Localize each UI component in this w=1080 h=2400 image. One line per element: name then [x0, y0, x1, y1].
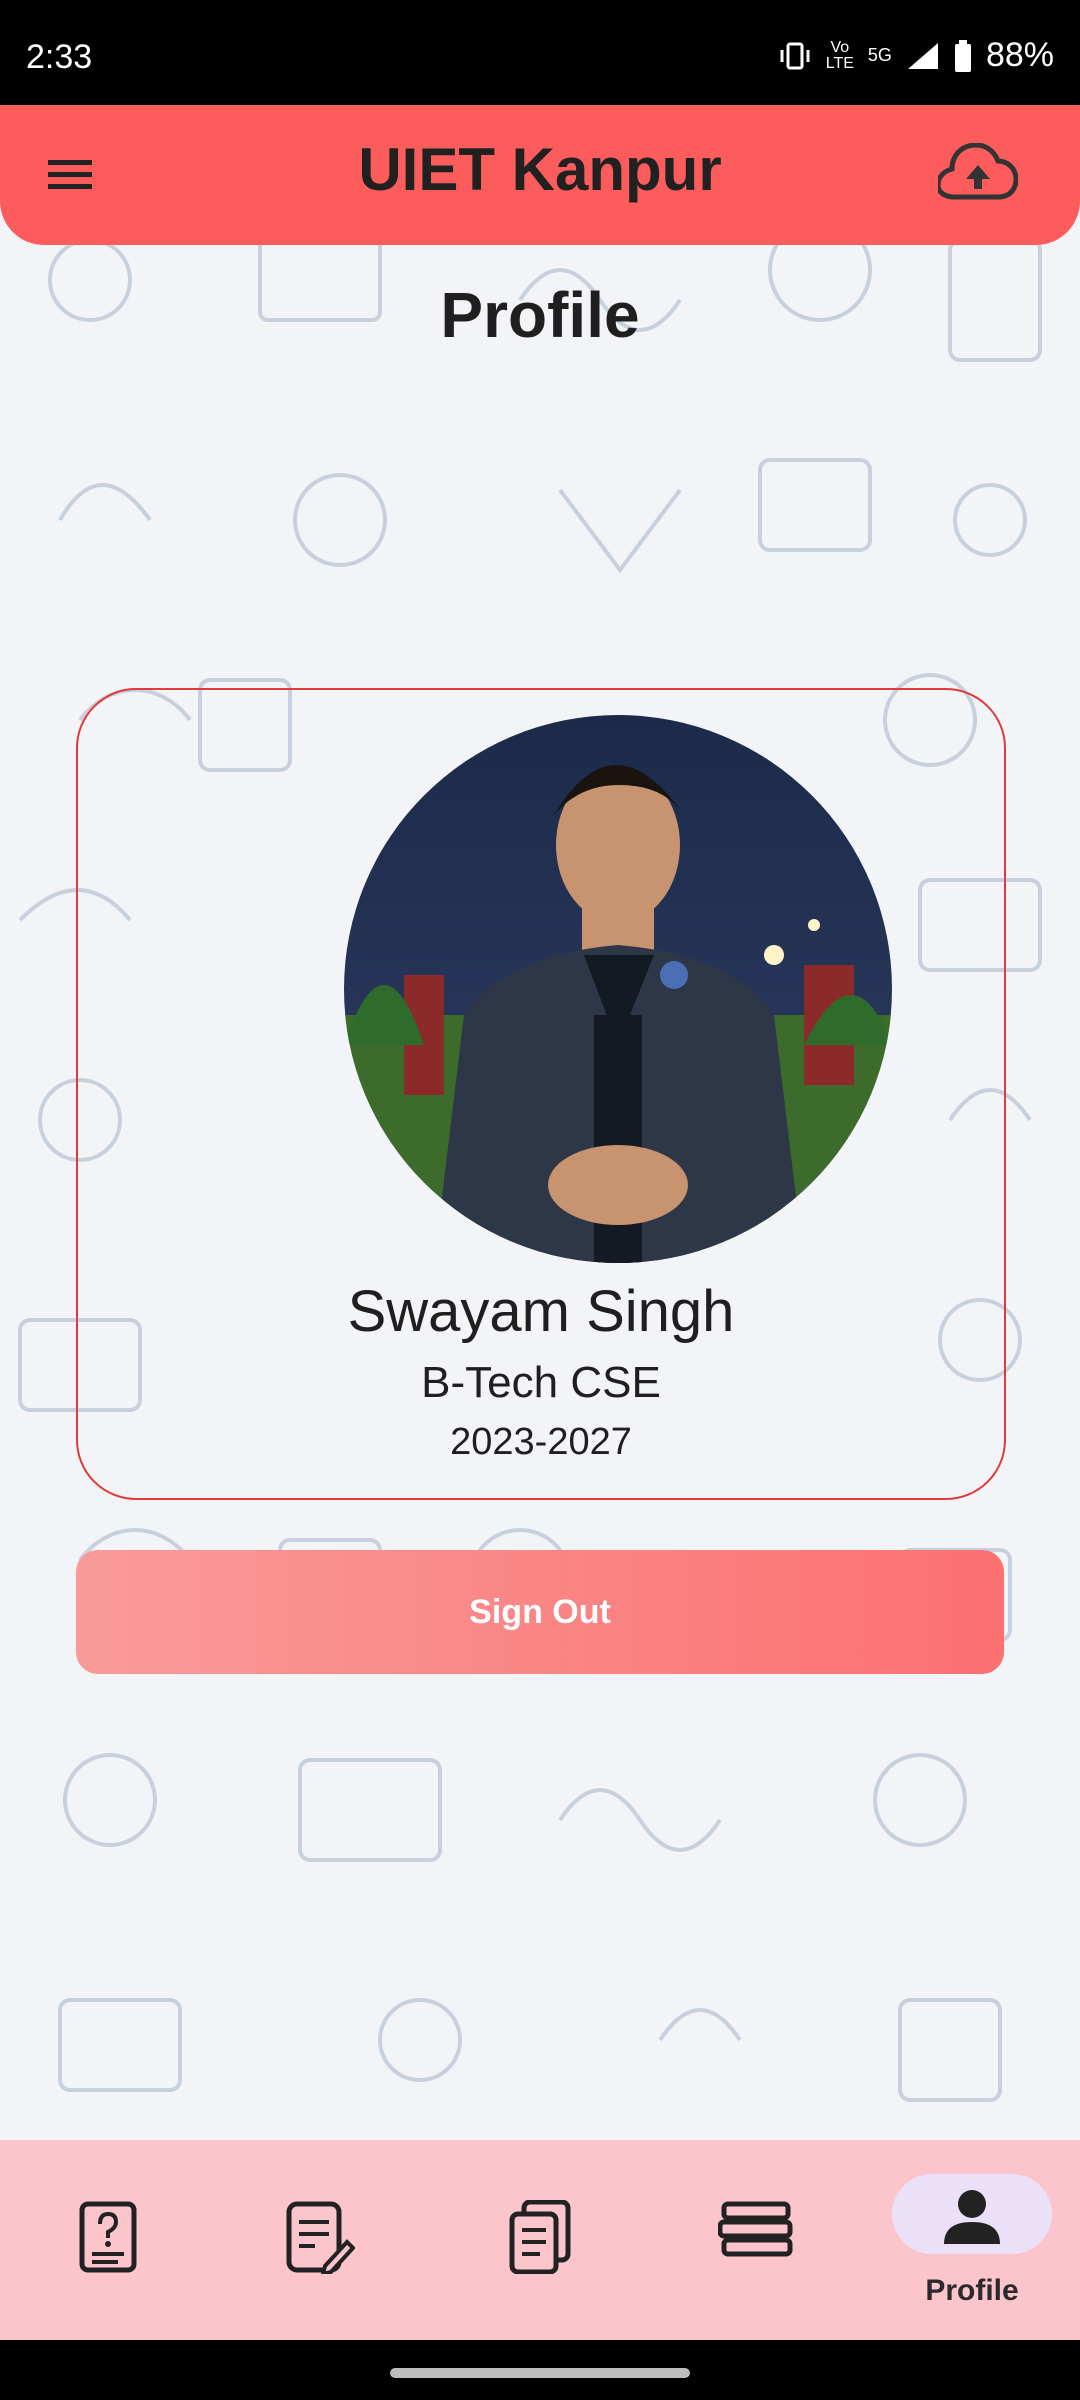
profile-name: Swayam Singh — [347, 1279, 735, 1344]
upload-button[interactable] — [935, 142, 1019, 209]
app-bar: UIET Kanpur — [0, 105, 1080, 245]
nav-profile-label: Profile — [925, 2274, 1019, 2307]
nav-item-questions[interactable] — [18, 2140, 198, 2340]
status-icons: Vo LTE 5G 88% — [778, 36, 1054, 75]
status-time: 2:33 — [26, 38, 93, 76]
books-icon — [718, 2201, 793, 2257]
profile-branch: B-Tech CSE — [421, 1358, 661, 1407]
gesture-bar — [0, 2340, 1080, 2400]
bottom-nav: Profile — [0, 2140, 1080, 2340]
page-title: Profile — [440, 279, 640, 351]
profile-card: Swayam Singh B-Tech CSE 2023-2027 — [76, 688, 1006, 1500]
app-title: UIET Kanpur — [358, 136, 722, 203]
edit-document-icon — [286, 2201, 355, 2274]
person-icon — [944, 2190, 1000, 2244]
nav-item-documents[interactable] — [450, 2140, 630, 2340]
profile-year: 2023-2027 — [450, 1421, 632, 1463]
battery-icon — [954, 39, 971, 72]
gesture-handle[interactable] — [390, 2368, 690, 2378]
nav-item-notes[interactable] — [230, 2140, 410, 2340]
volte-indicator: Vo LTE — [825, 38, 854, 72]
status-bar: 2:33 Vo LTE 5G 88% — [0, 0, 1080, 105]
nav-item-profile[interactable]: Profile — [882, 2140, 1062, 2340]
nav-item-books[interactable] — [666, 2140, 846, 2340]
cloud-upload-icon — [935, 142, 1019, 200]
question-document-icon — [79, 2201, 137, 2273]
sign-out-button[interactable]: Sign Out — [76, 1550, 1004, 1674]
battery-level: 88% — [985, 36, 1054, 74]
documents-icon — [509, 2200, 571, 2274]
signal-icon — [907, 42, 938, 69]
vibrate-icon — [780, 42, 810, 69]
avatar — [344, 715, 892, 1263]
network-type: 5G — [867, 45, 892, 65]
